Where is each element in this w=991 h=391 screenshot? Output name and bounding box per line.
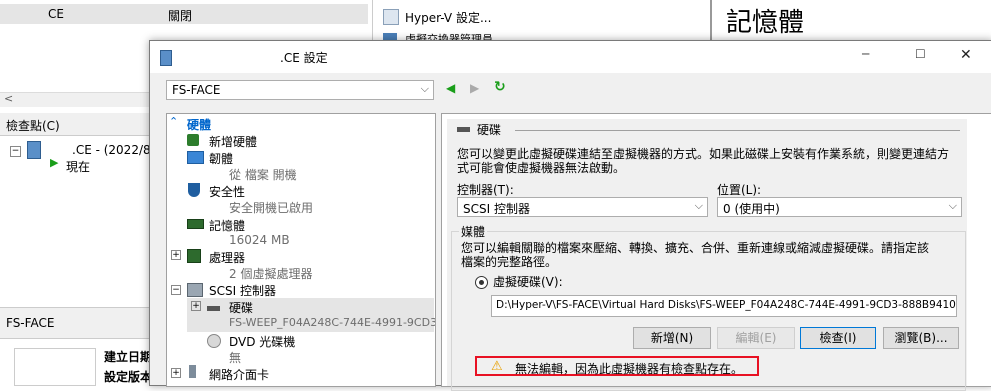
play-icon: ▶: [50, 156, 59, 169]
now-item[interactable]: 現在: [66, 158, 90, 175]
dialog-titlebar[interactable]: .CE 設定 ─ ☐ ✕: [150, 41, 991, 73]
vm-selector-value: FS-FACE: [172, 83, 221, 97]
back-arrow-icon[interactable]: ◀: [446, 81, 455, 95]
inspect-button[interactable]: 檢查(I): [800, 327, 876, 349]
warning-text: 無法編輯，因為此虛擬機器有檢查點存在。: [515, 362, 744, 376]
section-title: 硬碟: [477, 123, 502, 137]
forward-arrow-icon[interactable]: ▶: [470, 81, 479, 95]
tree-item-network[interactable]: 網路介面卡: [209, 366, 269, 383]
hard-drive-icon: [457, 127, 470, 132]
network-adapter-icon: [189, 365, 196, 378]
hyperv-settings-icon: [383, 9, 399, 25]
close-button[interactable]: ✕: [960, 47, 972, 63]
checkpoints-header-label: 檢查點(C): [6, 119, 60, 133]
scroll-left-icon[interactable]: <: [4, 92, 13, 105]
vm-name: CE: [48, 7, 64, 21]
chevron-down-icon: ⌵: [420, 82, 429, 95]
hyperv-settings-action[interactable]: Hyper-V 設定...: [405, 9, 491, 26]
tree-item-add-hardware[interactable]: 新增硬體: [209, 133, 257, 150]
warning-icon: ⚠: [491, 359, 503, 374]
media-label: 媒體: [459, 223, 488, 240]
controller-value: SCSI 控制器: [463, 202, 530, 216]
settings-dialog: .CE 設定 ─ ☐ ✕ FS-FACE ⌵ ◀ ▶ ↻ ⌃ 硬體 新增硬體 韌…: [149, 40, 991, 391]
radio-dot-icon: [479, 280, 484, 285]
processor-sub: 2 個虛擬處理器: [229, 267, 313, 281]
vm-selector[interactable]: FS-FACE ⌵: [166, 80, 434, 100]
collapse-icon[interactable]: −: [171, 285, 181, 295]
vm-details-header: FS-FACE: [0, 307, 150, 339]
maximize-button[interactable]: ☐: [915, 47, 926, 61]
controller-label: 控制器(T):: [457, 183, 514, 197]
location-value: 0 (使用中): [723, 202, 780, 216]
dialog-title: .CE 設定: [280, 51, 328, 65]
collapse-chevron-icon[interactable]: ⌃: [169, 115, 178, 128]
vhd-path-input[interactable]: D:\Hyper-V\FS-FACE\Virtual Hard Disks\FS…: [491, 295, 957, 317]
tree-item-dvd[interactable]: DVD 光碟機: [229, 333, 295, 350]
dialog-toolbar: FS-FACE ⌵ ◀ ▶ ↻: [150, 73, 991, 105]
refresh-icon[interactable]: ↻: [494, 79, 506, 95]
checkpoint-icon: [27, 141, 41, 159]
scsi-controller-icon: [187, 283, 203, 297]
shield-icon: [188, 183, 200, 197]
vm-list-row[interactable]: CE 關閉: [0, 4, 368, 24]
hardware-header: 硬體: [187, 118, 212, 132]
location-select[interactable]: 0 (使用中) ⌵: [717, 197, 962, 217]
vm-details-title: FS-FACE: [6, 316, 55, 330]
actions-pane: Hyper-V 設定... 虛擬交換器管理員...: [372, 0, 711, 46]
chevron-down-icon: ⌵: [948, 199, 957, 212]
expand-icon[interactable]: +: [171, 250, 181, 260]
settings-tree: ⌃ 硬體 新增硬體 韌體 從 檔案 開機 安全性 安全開機已啟用 記憶體 160…: [166, 113, 436, 387]
dvd-icon: [207, 334, 221, 348]
expand-icon[interactable]: +: [171, 368, 181, 378]
media-desc-line-2: 檔案的完整路徑。: [461, 255, 558, 269]
tree-item-processor[interactable]: 處理器: [209, 249, 245, 266]
memory-sub: 16024 MB: [229, 233, 290, 247]
collapse-icon[interactable]: −: [10, 146, 21, 157]
vm-state: 關閉: [168, 9, 193, 23]
hard-drive-sub: FS-WEEP_F04A248C-744E-4991-9CD3...: [229, 316, 436, 329]
controller-select[interactable]: SCSI 控制器 ⌵: [457, 197, 708, 217]
new-button[interactable]: 新增(N): [633, 327, 711, 349]
tree-item-hard-drive[interactable]: 硬碟: [229, 299, 253, 316]
memory-heading: 記憶體: [726, 8, 805, 38]
browse-button[interactable]: 瀏覽(B)...: [883, 327, 959, 349]
chevron-down-icon: ⌵: [694, 199, 703, 212]
firmware-icon: [187, 151, 204, 164]
minimize-button[interactable]: ─: [862, 47, 869, 61]
tree-item-scsi[interactable]: SCSI 控制器: [209, 282, 276, 299]
memory-icon: [187, 219, 204, 229]
tree-item-memory[interactable]: 記憶體: [209, 217, 245, 234]
details-version-label: 設定版本: [104, 370, 153, 384]
details-inner: 硬碟 您可以變更此虛擬硬碟連結至虛擬機器的方式。如果此磁碟上安裝有作業系統，則變…: [447, 119, 967, 391]
divider: [515, 130, 960, 131]
hard-drive-icon: [207, 306, 220, 311]
location-label: 位置(L):: [717, 183, 762, 197]
vhd-radio-label: 虛擬硬碟(V):: [493, 275, 563, 289]
memory-pane: 記憶體: [710, 0, 991, 40]
checkpoints-header: 檢查點(C): [0, 113, 150, 136]
firmware-sub: 從 檔案 開機: [229, 168, 297, 182]
vhd-path-value: D:\Hyper-V\FS-FACE\Virtual Hard Disks\FS…: [496, 299, 957, 311]
edit-button[interactable]: 編輯(E): [717, 327, 795, 349]
dvd-sub: 無: [229, 351, 242, 365]
warning-box: ⚠ 無法編輯，因為此虛擬機器有檢查點存在。: [475, 356, 759, 376]
security-sub: 安全開機已啟用: [229, 201, 314, 215]
details-panel: 硬碟 您可以變更此虛擬硬碟連結至虛擬機器的方式。如果此磁碟上安裝有作業系統，則變…: [441, 113, 991, 391]
add-hardware-icon: [187, 134, 199, 146]
vm-settings-icon: [160, 50, 172, 66]
processor-icon: [187, 249, 201, 263]
tree-item-security[interactable]: 安全性: [209, 183, 245, 200]
expand-icon[interactable]: +: [191, 301, 201, 311]
details-created-label: 建立日期: [104, 350, 153, 364]
tree-item-firmware[interactable]: 韌體: [209, 150, 233, 167]
vm-thumbnail: [14, 348, 96, 386]
description-line-2: 式可能會使虛擬機器無法啟動。: [457, 161, 626, 175]
